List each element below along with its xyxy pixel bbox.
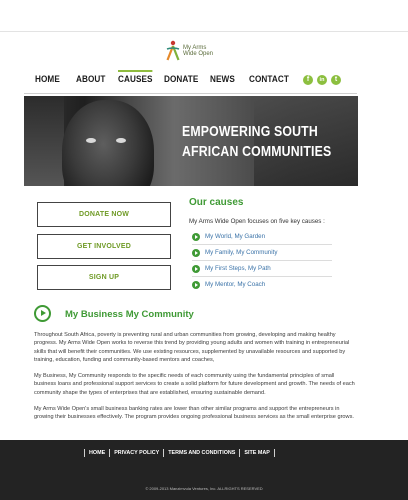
cause-link-garden[interactable]: My World, My Garden [192,230,332,243]
sign-up-button[interactable]: SIGN UP [37,265,171,290]
hero-eye-left [86,138,96,143]
play-arrow-icon [192,248,200,257]
footer-links: HOME PRIVACY POLICY TERMS AND CONDITIONS… [84,448,275,458]
cause-label: My First Steps, My Path [205,265,271,272]
site-logo[interactable]: My Arms Wide Open [166,38,226,64]
logo-line2: Wide Open [183,51,214,57]
cause-link-community[interactable]: My Family, My Community [192,246,332,259]
causes-intro: My Arms Wide Open focuses on five key ca… [189,218,325,225]
cause-label: My Family, My Community [205,249,278,256]
logo-text: My Arms Wide Open [183,45,213,57]
play-arrow-icon [192,264,200,273]
linkedin-icon[interactable]: in [317,75,327,85]
play-arrow-icon [192,232,200,241]
hero-title-line1: EMPOWERING SOUTH [182,123,318,140]
cause-link-mentor[interactable]: My Mentor, My Coach [192,278,332,291]
business-paragraph-3: My Arms Wide Open's small business banki… [34,406,354,421]
cause-label: My Mentor, My Coach [205,281,266,288]
logo-mark-icon [166,40,180,61]
cause-divider [192,260,332,261]
business-paragraph-2: My Business, My Community responds to th… [34,373,355,396]
top-strip [0,0,408,34]
twitter-icon[interactable]: t [331,75,341,85]
cause-link-first-steps[interactable]: My First Steps, My Path [192,262,332,275]
play-arrow-icon [192,280,200,289]
hero-eye-right [116,138,126,143]
nav-causes[interactable]: CAUSES [118,70,153,85]
nav-donate[interactable]: DONATE [164,74,198,85]
get-involved-button[interactable]: GET INVOLVED [37,234,171,259]
footer-link-sitemap[interactable]: SITE MAP [239,449,275,457]
nav-about[interactable]: ABOUT [76,74,105,85]
nav-news[interactable]: NEWS [210,74,235,85]
footer-link-terms[interactable]: TERMS AND CONDITIONS [163,449,239,457]
causes-heading: Our causes [189,197,244,208]
cause-divider [192,276,332,277]
footer-link-home[interactable]: HOME [84,449,109,457]
business-paragraph-1: Throughout South Africa, poverty is prev… [34,332,350,363]
top-divider [0,31,408,32]
hero-background-left [24,96,64,186]
donate-now-button[interactable]: DONATE NOW [37,202,171,227]
hero-child-photo [62,100,154,186]
play-circle-icon [34,305,51,322]
business-heading: My Business My Community [65,309,194,320]
facebook-icon[interactable]: f [303,75,313,85]
hero-title: EMPOWERING SOUTH AFRICAN COMMUNITIES [182,122,332,162]
footer-link-privacy[interactable]: PRIVACY POLICY [109,449,163,457]
hero-banner: EMPOWERING SOUTH AFRICAN COMMUNITIES [24,96,358,186]
nav-contact[interactable]: CONTACT [249,74,289,85]
copyright: © 2009-2013 Manzimvula Ventures, Inc. AL… [145,486,263,491]
cause-divider [192,244,332,245]
hero-title-line2: AFRICAN COMMUNITIES [182,143,332,160]
main-nav: HOME ABOUT CAUSES DONATE NEWS CONTACT [0,68,408,94]
nav-divider [24,93,357,94]
nav-home[interactable]: HOME [35,74,60,85]
cause-label: My World, My Garden [205,233,266,240]
